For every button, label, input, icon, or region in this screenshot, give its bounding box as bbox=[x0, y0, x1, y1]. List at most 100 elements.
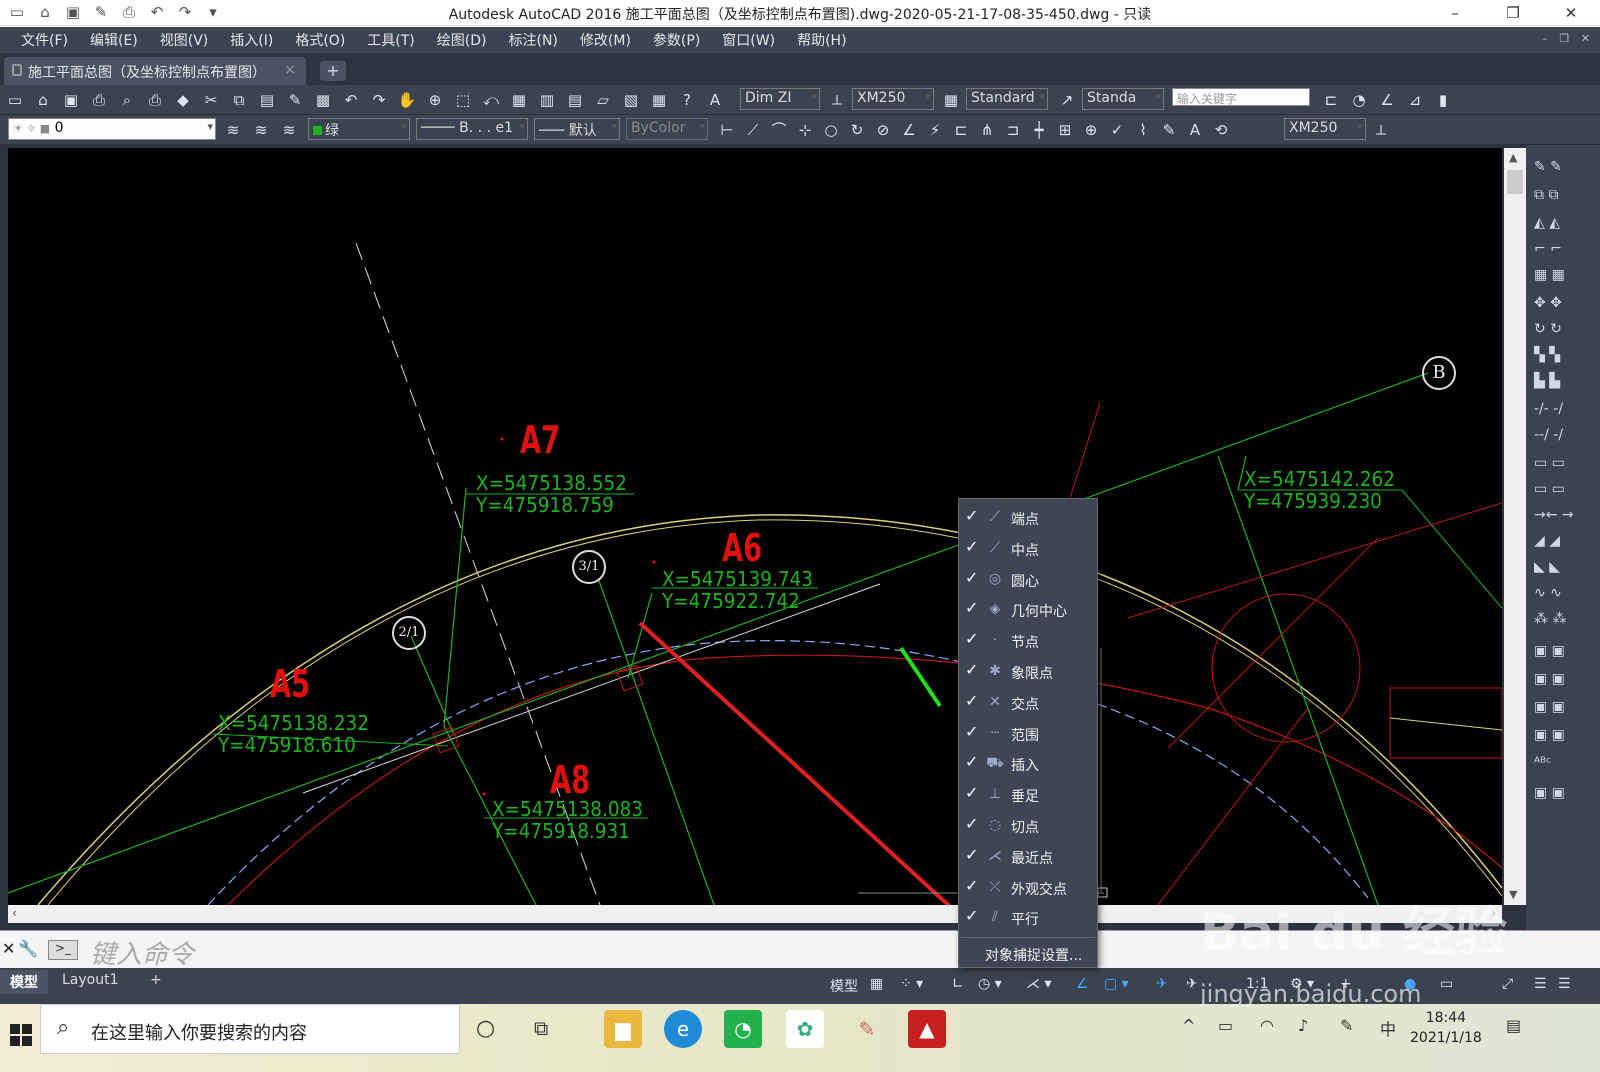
tolerance-icon[interactable]: ⊞ bbox=[1054, 119, 1076, 141]
taskbar-clock[interactable]: 18:44 2021/1/18 bbox=[1410, 1008, 1482, 1048]
dimension-radius-icon[interactable]: ◔ bbox=[1348, 89, 1370, 111]
properties-icon[interactable]: ▦ bbox=[508, 89, 530, 111]
break-at-point-icon[interactable]: ▭ ▭ bbox=[1534, 481, 1574, 503]
tray-chevron-icon[interactable]: ^ bbox=[1182, 1016, 1195, 1035]
baseline-icon[interactable]: ⊏ bbox=[950, 119, 972, 141]
copy-icon[interactable]: ⧉ bbox=[228, 89, 250, 111]
rotate-icon[interactable]: ↻ ↻ bbox=[1534, 321, 1574, 343]
preview-icon[interactable]: ⌕ bbox=[116, 89, 138, 111]
close-icon[interactable]: ✕ bbox=[1542, 0, 1600, 26]
undo-icon[interactable]: ↶ bbox=[340, 89, 362, 111]
dim-break-icon[interactable]: ┿ bbox=[1028, 119, 1050, 141]
pen-icon[interactable]: ✎ bbox=[1340, 1016, 1353, 1035]
erase-icon[interactable]: ✎ ✎ bbox=[1534, 159, 1574, 181]
aligned-dim-icon[interactable]: ⟋ bbox=[742, 119, 764, 141]
more-icon[interactable]: ☰ bbox=[1558, 976, 1571, 992]
scroll-up-icon[interactable]: ▲ bbox=[1509, 151, 1517, 164]
lineweight-dropdown[interactable]: ─── 默认 ▾ bbox=[534, 118, 620, 140]
center-mark-icon[interactable]: ⊕ bbox=[1080, 119, 1102, 141]
customize-wrench-icon[interactable]: 🔧 bbox=[18, 939, 38, 958]
open-icon[interactable]: ⌂ bbox=[32, 89, 54, 111]
block-icon-3[interactable]: ▣ ▣ bbox=[1534, 699, 1574, 721]
trim-icon[interactable]: -/- -/ bbox=[1534, 401, 1574, 423]
menu-tools[interactable]: 工具(T) bbox=[356, 30, 425, 50]
design-center-icon[interactable]: ▥ bbox=[536, 89, 558, 111]
plot-icon[interactable]: ⎙ bbox=[88, 89, 110, 111]
customization-icon[interactable]: ☰ bbox=[1534, 976, 1547, 992]
menu-window[interactable]: 窗口(W) bbox=[711, 30, 786, 50]
command-prompt-icon[interactable]: >_ bbox=[48, 940, 78, 960]
dimension-angle-icon[interactable]: ∠ bbox=[1376, 89, 1398, 111]
menu-view[interactable]: 视图(V) bbox=[149, 30, 220, 50]
dim-style-dropdown-2[interactable]: XM250 ▾ bbox=[1284, 118, 1366, 140]
layer-make-current-icon[interactable]: ≋ bbox=[278, 119, 300, 141]
dim-text-edit-icon[interactable]: A bbox=[1184, 119, 1206, 141]
mdi-controls[interactable]: – ❐ ✕ bbox=[1542, 32, 1594, 45]
scroll-thumb[interactable] bbox=[1507, 170, 1523, 194]
copy-object-icon[interactable]: ⧉ ⧉ bbox=[1534, 187, 1574, 209]
mleader-style-dropdown[interactable]: Standa ▾ bbox=[1082, 88, 1164, 110]
move-icon[interactable]: ✥ ✥ bbox=[1534, 295, 1574, 317]
taskbar-search-input[interactable]: 在这里输入你要搜索的内容 bbox=[91, 1019, 307, 1045]
autocad-icon[interactable]: ▲ bbox=[908, 1010, 946, 1048]
close-tab-icon[interactable]: × bbox=[284, 62, 296, 78]
dim-update-icon[interactable]: ⟲ bbox=[1210, 119, 1232, 141]
wechat-icon[interactable]: ◔ bbox=[724, 1010, 762, 1048]
annotation-visibility-icon[interactable]: ✈ bbox=[1186, 976, 1198, 992]
layer-dropdown[interactable]: ☀ ☼ ■ 0 ▾ bbox=[8, 118, 216, 140]
radius-icon[interactable]: ○ bbox=[820, 119, 842, 141]
isodraft-icon[interactable]: ⋌ ▾ bbox=[1026, 976, 1051, 992]
polar-icon[interactable]: ◷ ▾ bbox=[978, 976, 1002, 992]
text-style-dropdown[interactable]: XM250 ▾ bbox=[852, 88, 934, 110]
search-input[interactable]: 输入关键字 bbox=[1172, 88, 1310, 106]
color-dropdown[interactable]: 绿 ▾ bbox=[308, 118, 410, 140]
menu-help[interactable]: 帮助(H) bbox=[786, 30, 857, 50]
model-space-canvas[interactable]: A7 X=5475138.552 Y=475918.759 A6 X=54751… bbox=[8, 148, 1502, 905]
file-explorer-icon[interactable]: ▆ bbox=[604, 1010, 642, 1048]
volume-icon[interactable]: ♪ bbox=[1298, 1016, 1308, 1035]
snap-item-intersection[interactable]: ✓ ✕ 交点 bbox=[959, 687, 1097, 718]
continue-icon[interactable]: ⋔ bbox=[976, 119, 998, 141]
zoom-window-icon[interactable]: ⬚ bbox=[452, 89, 474, 111]
object-snap-settings-item[interactable]: 对象捕捉设置... bbox=[959, 945, 1097, 967]
plotstyle-dropdown[interactable]: ByColor ▾ bbox=[626, 118, 708, 140]
windows-start-icon[interactable] bbox=[10, 1024, 32, 1046]
quick-dim-icon[interactable]: ⚡ bbox=[924, 119, 946, 141]
task-view-icon[interactable]: ⧉ bbox=[534, 1016, 548, 1040]
object-snap-tracking-icon[interactable]: ∠ bbox=[1076, 976, 1089, 992]
blend-icon[interactable]: ∿ ∿ bbox=[1534, 585, 1574, 607]
snap-item-insertion[interactable]: ✓ ⛟ 插入 bbox=[959, 748, 1097, 779]
block-icon-5[interactable]: ▣ ▣ bbox=[1534, 785, 1574, 807]
menu-file[interactable]: 文件(F) bbox=[10, 30, 79, 50]
block-icon-1[interactable]: ▣ ▣ bbox=[1534, 643, 1574, 665]
array-icon[interactable]: ▦ ▦ bbox=[1534, 267, 1574, 289]
vertical-scrollbar[interactable]: ▲ ▼ bbox=[1504, 148, 1526, 905]
redo-icon[interactable]: ↷ bbox=[368, 89, 390, 111]
grid-icon[interactable]: ▦ bbox=[870, 976, 883, 992]
cut-icon[interactable]: ✂ bbox=[200, 89, 222, 111]
save-icon[interactable]: ▣ bbox=[60, 89, 82, 111]
snap-item-tangent[interactable]: ✓ ◌ 切点 bbox=[959, 810, 1097, 841]
menu-parametric[interactable]: 参数(P) bbox=[642, 30, 711, 50]
edge-browser-icon[interactable]: e bbox=[664, 1010, 702, 1048]
dim-space-icon[interactable]: ⊐ bbox=[1002, 119, 1024, 141]
table-style-icon[interactable]: ▦ bbox=[940, 89, 962, 111]
jogged-linear-icon[interactable]: ⌇ bbox=[1132, 119, 1154, 141]
help-icon[interactable]: ? bbox=[676, 89, 698, 111]
model-space-button[interactable]: 模型 bbox=[830, 976, 858, 996]
lineweight-display-icon[interactable]: ✈ bbox=[1156, 976, 1168, 992]
new-tab-button[interactable]: + bbox=[320, 61, 346, 81]
paste-icon[interactable]: ▤ bbox=[256, 89, 278, 111]
menu-insert[interactable]: 插入(I) bbox=[219, 30, 284, 50]
ordinate-icon[interactable]: ⊹ bbox=[794, 119, 816, 141]
table-style-dropdown[interactable]: Standard ▾ bbox=[966, 88, 1048, 110]
menu-dimension[interactable]: 标注(N) bbox=[498, 30, 569, 50]
stretch-icon[interactable]: ▙ ▙ bbox=[1534, 373, 1574, 395]
snap-item-parallel[interactable]: ✓ ⫽ 平行 bbox=[959, 902, 1097, 933]
jogged-icon[interactable]: ↻ bbox=[846, 119, 868, 141]
snap-item-center[interactable]: ✓ ◎ 圆心 bbox=[959, 564, 1097, 595]
scroll-down-icon[interactable]: ▼ bbox=[1509, 888, 1517, 901]
zoom-previous-icon[interactable]: ⤺ bbox=[480, 89, 502, 111]
offset-icon[interactable]: ⌐ ⌐ bbox=[1534, 241, 1574, 263]
menu-modify[interactable]: 修改(M) bbox=[569, 30, 642, 50]
